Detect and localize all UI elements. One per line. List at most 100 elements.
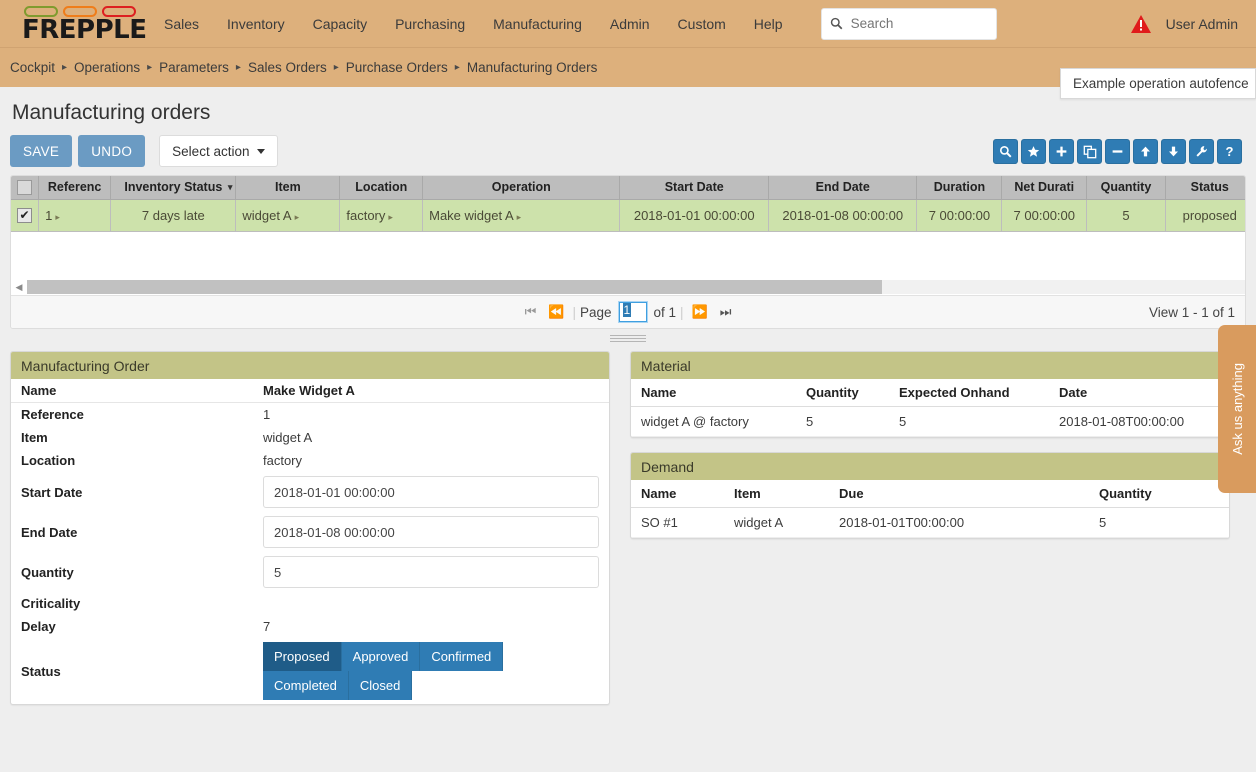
cell-net-duration[interactable]: 7 00:00:00 <box>1002 199 1087 231</box>
select-action-dropdown[interactable]: Select action <box>159 135 278 167</box>
material-col-quantity: Quantity <box>796 379 889 407</box>
status-button-confirmed[interactable]: Confirmed <box>420 642 503 671</box>
page-body: Manufacturing orders SAVE UNDO Select ac… <box>0 101 1256 719</box>
grid-col-location[interactable]: Location <box>340 176 423 199</box>
cell-quantity[interactable]: 5 <box>1087 199 1166 231</box>
status-button-group-cell: Proposed Approved Confirmed Completed Cl… <box>253 638 609 704</box>
undo-button[interactable]: UNDO <box>78 135 145 167</box>
cell-reference[interactable]: 1▸ <box>39 199 111 231</box>
scroll-left-arrow-icon[interactable]: ◀ <box>11 282 27 293</box>
wrench-settings-icon[interactable] <box>1189 139 1214 164</box>
add-plus-icon[interactable] <box>1049 139 1074 164</box>
breadcrumb-item-manufacturing-orders[interactable]: Manufacturing Orders <box>467 60 598 75</box>
material-cell-name[interactable]: widget A @ factory <box>631 407 796 437</box>
grid-col-end-date[interactable]: End Date <box>768 176 917 199</box>
demand-cell-item[interactable]: widget A <box>724 508 829 538</box>
nav-item-manufacturing[interactable]: Manufacturing <box>479 10 596 38</box>
breadcrumb-item-parameters[interactable]: Parameters <box>159 60 229 75</box>
scrollbar-track[interactable] <box>27 280 1245 294</box>
table-row[interactable]: ✔ 1▸ 7 days late widget A▸ factory▸ Make… <box>11 199 1246 231</box>
manufacturing-order-fields: Name Make Widget A Reference 1 Item widg… <box>11 379 609 704</box>
cell-operation[interactable]: Make widget A▸ <box>423 199 620 231</box>
nav-item-sales[interactable]: Sales <box>150 10 213 38</box>
scrollbar-thumb[interactable] <box>27 280 882 294</box>
drilldown-arrow-icon[interactable]: ▸ <box>295 212 300 222</box>
start-date-input[interactable] <box>263 476 599 508</box>
grid-col-net-duration[interactable]: Net Durati <box>1002 176 1087 199</box>
search-input[interactable] <box>849 15 988 32</box>
quantity-input[interactable] <box>263 556 599 588</box>
grid-select-all-header[interactable] <box>11 176 39 199</box>
favorite-star-icon[interactable] <box>1021 139 1046 164</box>
grid-pager: ⏮ ⏪ | Page 1 of 1 | ⏩ ⏭ View 1 - 1 of 1 <box>11 295 1245 328</box>
cell-end-date[interactable]: 2018-01-08 00:00:00 <box>768 199 917 231</box>
drilldown-arrow-icon[interactable]: ▸ <box>55 212 60 222</box>
select-all-checkbox[interactable] <box>17 180 32 195</box>
field-row-end-date: End Date <box>11 512 609 552</box>
grid-resize-handle[interactable] <box>610 333 646 343</box>
frepple-logo[interactable]: FREPPLE <box>0 0 140 48</box>
ask-us-anything-tab[interactable]: Ask us anything <box>1218 325 1256 493</box>
warning-triangle-icon[interactable] <box>1130 14 1152 34</box>
row-select-cell[interactable]: ✔ <box>11 199 39 231</box>
previous-page-icon[interactable]: ⏪ <box>544 304 568 320</box>
last-page-icon[interactable]: ⏭ <box>716 304 736 320</box>
remove-minus-icon[interactable] <box>1105 139 1130 164</box>
demand-col-name: Name <box>631 480 724 508</box>
global-search[interactable] <box>821 8 997 40</box>
sort-descending-icon[interactable]: ▾ <box>228 182 233 193</box>
cell-status[interactable]: proposed <box>1165 199 1246 231</box>
grid-col-operation[interactable]: Operation <box>423 176 620 199</box>
nav-item-capacity[interactable]: Capacity <box>299 10 381 38</box>
user-menu[interactable]: User Admin <box>1166 16 1246 32</box>
nav-item-inventory[interactable]: Inventory <box>213 10 299 38</box>
cell-item[interactable]: widget A▸ <box>236 199 340 231</box>
demand-cell-name[interactable]: SO #1 <box>631 508 724 538</box>
help-question-icon[interactable]: ? <box>1217 139 1242 164</box>
end-date-input[interactable] <box>263 516 599 548</box>
breadcrumb-item-cockpit[interactable]: Cockpit <box>10 60 55 75</box>
drilldown-arrow-icon[interactable]: ▸ <box>517 212 522 222</box>
cell-duration[interactable]: 7 00:00:00 <box>917 199 1002 231</box>
table-row[interactable]: widget A @ factory 5 5 2018-01-08T00:00:… <box>631 407 1229 437</box>
table-row[interactable]: SO #1 widget A 2018-01-01T00:00:00 5 <box>631 508 1229 538</box>
grid-col-reference[interactable]: Referenc <box>39 176 111 199</box>
nav-item-admin[interactable]: Admin <box>596 10 664 38</box>
demand-col-due: Due <box>829 480 1089 508</box>
breadcrumb: Cockpit ▸ Operations ▸ Parameters ▸ Sale… <box>0 48 1256 87</box>
next-page-icon[interactable]: ⏩ <box>688 304 712 320</box>
cell-start-date[interactable]: 2018-01-01 00:00:00 <box>620 199 769 231</box>
grid-col-quantity[interactable]: Quantity <box>1087 176 1166 199</box>
grid-col-start-date[interactable]: Start Date <box>620 176 769 199</box>
grid-col-inventory-status[interactable]: Inventory Status ▾ <box>111 176 236 199</box>
breadcrumb-item-purchase-orders[interactable]: Purchase Orders <box>346 60 448 75</box>
grid-horizontal-scrollbar[interactable]: ◀ <box>11 279 1245 295</box>
grid-col-item[interactable]: Item <box>236 176 340 199</box>
page-number-input[interactable]: 1 <box>619 302 647 322</box>
nav-item-purchasing[interactable]: Purchasing <box>381 10 479 38</box>
first-page-icon[interactable]: ⏮ <box>521 304 541 320</box>
nav-item-help[interactable]: Help <box>740 10 797 38</box>
breadcrumb-separator: ▸ <box>62 62 67 73</box>
cell-operation-text: Make widget A <box>429 208 514 223</box>
copy-icon[interactable] <box>1077 139 1102 164</box>
drilldown-arrow-icon[interactable]: ▸ <box>388 212 393 222</box>
grid-col-duration[interactable]: Duration <box>917 176 1002 199</box>
nav-item-custom[interactable]: Custom <box>664 10 740 38</box>
status-button-completed[interactable]: Completed <box>263 671 349 700</box>
material-table: Name Quantity Expected Onhand Date widge… <box>631 379 1229 437</box>
label-reference: Reference <box>11 403 253 427</box>
status-button-closed[interactable]: Closed <box>349 671 412 700</box>
cell-location[interactable]: factory▸ <box>340 199 423 231</box>
status-button-approved[interactable]: Approved <box>342 642 421 671</box>
row-checkbox-checked[interactable]: ✔ <box>17 208 32 223</box>
upload-arrow-up-icon[interactable] <box>1133 139 1158 164</box>
status-button-proposed[interactable]: Proposed <box>263 642 342 671</box>
demand-panel-title: Demand <box>631 453 1229 480</box>
download-arrow-down-icon[interactable] <box>1161 139 1186 164</box>
breadcrumb-item-operations[interactable]: Operations <box>74 60 140 75</box>
search-icon[interactable] <box>993 139 1018 164</box>
save-button[interactable]: SAVE <box>10 135 72 167</box>
grid-col-status[interactable]: Status <box>1165 176 1246 199</box>
breadcrumb-item-sales-orders[interactable]: Sales Orders <box>248 60 327 75</box>
